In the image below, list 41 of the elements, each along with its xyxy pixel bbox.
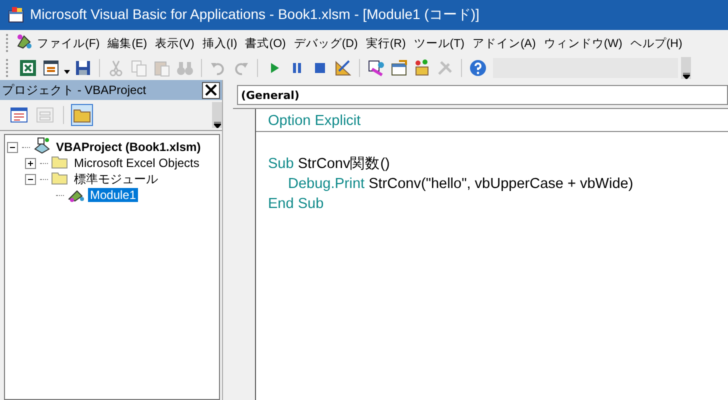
menu-item[interactable]: 編集(E) [104,34,152,52]
menu-item[interactable]: 表示(V) [151,34,198,52]
folder-icon[interactable] [71,104,93,126]
menu-item[interactable]: 書式(O) [241,34,290,52]
menu-item[interactable]: ツール(T) [410,34,468,52]
tree-item[interactable]: Microsoft Excel Objects [72,156,202,170]
toolbar-options-icon[interactable] [682,73,690,79]
menu-item[interactable]: ヘルプ(H) [626,34,686,52]
window-title: Microsoft Visual Basic for Applications - Book1.xlsm - [Module1 (コード)] [30,6,480,24]
toolbar-options-icon[interactable] [214,122,220,128]
spreadsheet-icon[interactable] [18,58,38,78]
form-icon[interactable] [41,58,61,78]
code-line: End Sub [268,195,324,214]
code-editor[interactable]: Option Explicit Sub StrConv関数() Debug.Print StrConv("hello", vbUpperCase + vbWide) End Sub [256,109,728,400]
menu-item[interactable]: 実行(R) [362,34,410,52]
ruler-icon[interactable] [333,58,353,78]
collapse-icon[interactable] [25,174,36,184]
code-line: Option Explicit [268,112,361,131]
vba-icon [15,32,33,50]
menu-item[interactable]: 挿入(I) [198,34,242,52]
menu-item[interactable]: ファイル(F) [33,34,104,52]
tree-item[interactable]: 標準モジュール [72,170,160,188]
dropdown-arrow-icon[interactable] [64,70,70,74]
close-button[interactable] [202,82,220,98]
collapse-icon[interactable] [7,142,18,152]
expand-icon[interactable] [25,158,36,168]
menu-item[interactable]: デバッグ(D) [290,34,362,52]
tree-item[interactable]: VBAProject (Book1.xlsm) [54,140,203,154]
menu-item[interactable]: アドイン(A) [468,34,540,52]
object-dropdown[interactable]: (General) [237,85,728,105]
app-icon [8,7,24,23]
save-icon[interactable] [73,58,93,78]
help-icon[interactable] [468,58,488,78]
code-line: Sub StrConv関数() [268,155,390,174]
explorer-icon[interactable] [366,58,386,78]
menu-item[interactable]: ウィンドウ(W) [540,34,626,52]
project-icon [33,137,51,154]
properties-icon[interactable] [389,58,409,78]
tree-item[interactable]: Module1 [88,188,138,202]
pane-title: プロジェクト - VBAProject [2,82,146,98]
code-line: Debug.Print StrConv("hello", vbUpperCase + vbWide) [287,175,634,194]
